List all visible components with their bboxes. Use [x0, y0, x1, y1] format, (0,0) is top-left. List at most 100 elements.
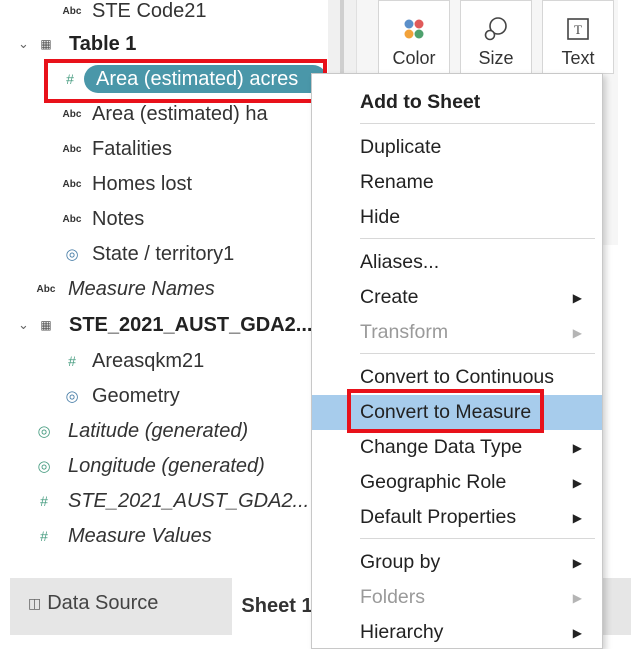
- menu-item-label: Change Data Type: [360, 436, 523, 458]
- svg-text:T: T: [574, 22, 582, 37]
- string-type-icon: Abc: [62, 143, 82, 155]
- menu-item-geographic-role[interactable]: Geographic Role ▶: [312, 465, 602, 500]
- submenu-arrow-icon: ▶: [572, 555, 582, 570]
- field-fatalities[interactable]: Abc Fatalities: [62, 132, 172, 166]
- menu-item-label: Group by: [360, 551, 441, 573]
- field-state-territory1[interactable]: ◎ State / territory1: [64, 237, 234, 271]
- submenu-arrow-icon: ▶: [572, 590, 582, 605]
- field-notes[interactable]: Abc Notes: [62, 202, 145, 236]
- text-label: Text: [561, 48, 595, 68]
- chevron-down-icon[interactable]: ⌄: [18, 317, 29, 333]
- color-label: Color: [392, 48, 436, 68]
- globe-icon: ◎: [65, 246, 79, 263]
- string-type-icon: Abc: [36, 283, 56, 295]
- tab-data-source-label: Data Source: [47, 592, 159, 614]
- string-type-icon: Abc: [62, 5, 82, 17]
- menu-separator: [360, 123, 595, 124]
- menu-item-label: Aliases...: [360, 251, 440, 273]
- field-area-estimated-ha[interactable]: Abc Area (estimated) ha: [62, 97, 268, 131]
- menu-item-rename[interactable]: Rename: [312, 165, 602, 200]
- text-box-icon: T: [566, 10, 590, 48]
- menu-separator: [360, 538, 595, 539]
- table-label: STE_2021_AUST_GDA2...: [69, 313, 313, 336]
- size-bubbles-icon: [483, 10, 509, 48]
- menu-item-label: Convert to Continuous: [360, 366, 555, 388]
- context-menu: Add to Sheet Duplicate Rename Hide Alias…: [311, 73, 603, 649]
- table-icon: ▦: [40, 318, 52, 332]
- menu-item-hierarchy[interactable]: Hierarchy ▶: [312, 615, 602, 649]
- field-label: Measure Names: [68, 277, 215, 300]
- field-label: Notes: [92, 207, 145, 230]
- size-label: Size: [478, 48, 514, 68]
- menu-item-label: Default Properties: [360, 506, 517, 528]
- chevron-down-icon[interactable]: ⌄: [18, 36, 29, 52]
- field-label: Area (estimated) ha: [92, 102, 268, 125]
- menu-separator: [360, 353, 595, 354]
- menu-item-label: Add to Sheet: [360, 91, 481, 113]
- menu-item-transform: Transform ▶: [312, 315, 602, 350]
- field-label: Fatalities: [92, 137, 173, 160]
- table-label: Table 1: [69, 32, 137, 55]
- field-homes-lost[interactable]: Abc Homes lost: [62, 167, 192, 201]
- menu-item-label: Hierarchy: [360, 621, 444, 643]
- string-type-icon: Abc: [62, 213, 82, 225]
- menu-item-folders: Folders ▶: [312, 580, 602, 615]
- globe-icon: ◎: [37, 458, 51, 475]
- data-pane: Abc STE Code21 ⌄ ▦ Table 1 # Area (estim…: [0, 0, 328, 578]
- number-type-icon: #: [68, 353, 76, 369]
- menu-item-default-properties[interactable]: Default Properties ▶: [312, 500, 602, 535]
- field-label: STE_2021_AUST_GDA2...: [68, 489, 310, 512]
- menu-item-label: Duplicate: [360, 136, 442, 158]
- tab-data-source[interactable]: ◫ Data Source: [28, 592, 158, 615]
- menu-item-group-by[interactable]: Group by ▶: [312, 545, 602, 580]
- menu-item-label: Folders: [360, 586, 426, 608]
- text-button[interactable]: T Text: [542, 0, 614, 74]
- submenu-arrow-icon: ▶: [572, 440, 582, 455]
- menu-item-label: Hide: [360, 206, 401, 228]
- field-areasqkm21[interactable]: # Areasqkm21: [64, 344, 204, 378]
- tab-sheet-1[interactable]: Sheet 1: [232, 578, 322, 635]
- tab-sheet-label: Sheet 1: [241, 595, 313, 617]
- menu-item-create[interactable]: Create ▶: [312, 280, 602, 315]
- field-label: State / territory1: [92, 242, 235, 265]
- string-type-icon: Abc: [62, 108, 82, 120]
- color-button[interactable]: Color: [378, 0, 450, 74]
- submenu-arrow-icon: ▶: [572, 325, 582, 340]
- menu-item-duplicate[interactable]: Duplicate: [312, 130, 602, 165]
- database-icon: ◫: [28, 595, 42, 611]
- field-latitude-generated[interactable]: ◎ Latitude (generated): [36, 414, 248, 448]
- field-label: Geometry: [92, 384, 180, 407]
- menu-item-change-data-type[interactable]: Change Data Type ▶: [312, 430, 602, 465]
- submenu-arrow-icon: ▶: [572, 625, 582, 640]
- string-type-icon: Abc: [62, 178, 82, 190]
- submenu-arrow-icon: ▶: [572, 290, 582, 305]
- menu-item-label: Geographic Role: [360, 471, 507, 493]
- field-geometry[interactable]: ◎ Geometry: [64, 379, 180, 413]
- menu-item-aliases[interactable]: Aliases...: [312, 245, 602, 280]
- submenu-arrow-icon: ▶: [572, 510, 582, 525]
- field-measure-names[interactable]: Abc Measure Names: [36, 272, 215, 306]
- menu-item-add-to-sheet[interactable]: Add to Sheet: [312, 85, 602, 120]
- field-measure-values[interactable]: # Measure Values: [36, 519, 212, 553]
- field-label: Homes lost: [92, 172, 193, 195]
- color-dots-icon: [402, 10, 426, 48]
- field-label: Areasqkm21: [92, 349, 205, 372]
- menu-item-label: Create: [360, 286, 419, 308]
- menu-item-hide[interactable]: Hide: [312, 200, 602, 235]
- menu-separator: [360, 238, 595, 239]
- field-label: Longitude (generated): [68, 454, 265, 477]
- globe-icon: ◎: [37, 423, 51, 440]
- size-button[interactable]: Size: [460, 0, 532, 74]
- menu-item-label: Rename: [360, 171, 434, 193]
- table-icon: ▦: [40, 37, 52, 51]
- number-type-icon: #: [40, 493, 48, 509]
- number-type-icon: #: [40, 528, 48, 544]
- field-label: Measure Values: [68, 524, 212, 547]
- highlight-box: [347, 389, 544, 433]
- field-ste-code21[interactable]: Abc STE Code21: [62, 0, 207, 28]
- field-ste-2021-measure[interactable]: # STE_2021_AUST_GDA2...: [36, 484, 309, 518]
- field-label: Latitude (generated): [68, 419, 249, 442]
- submenu-arrow-icon: ▶: [572, 475, 582, 490]
- menu-item-label: Transform: [360, 321, 449, 343]
- field-longitude-generated[interactable]: ◎ Longitude (generated): [36, 449, 265, 483]
